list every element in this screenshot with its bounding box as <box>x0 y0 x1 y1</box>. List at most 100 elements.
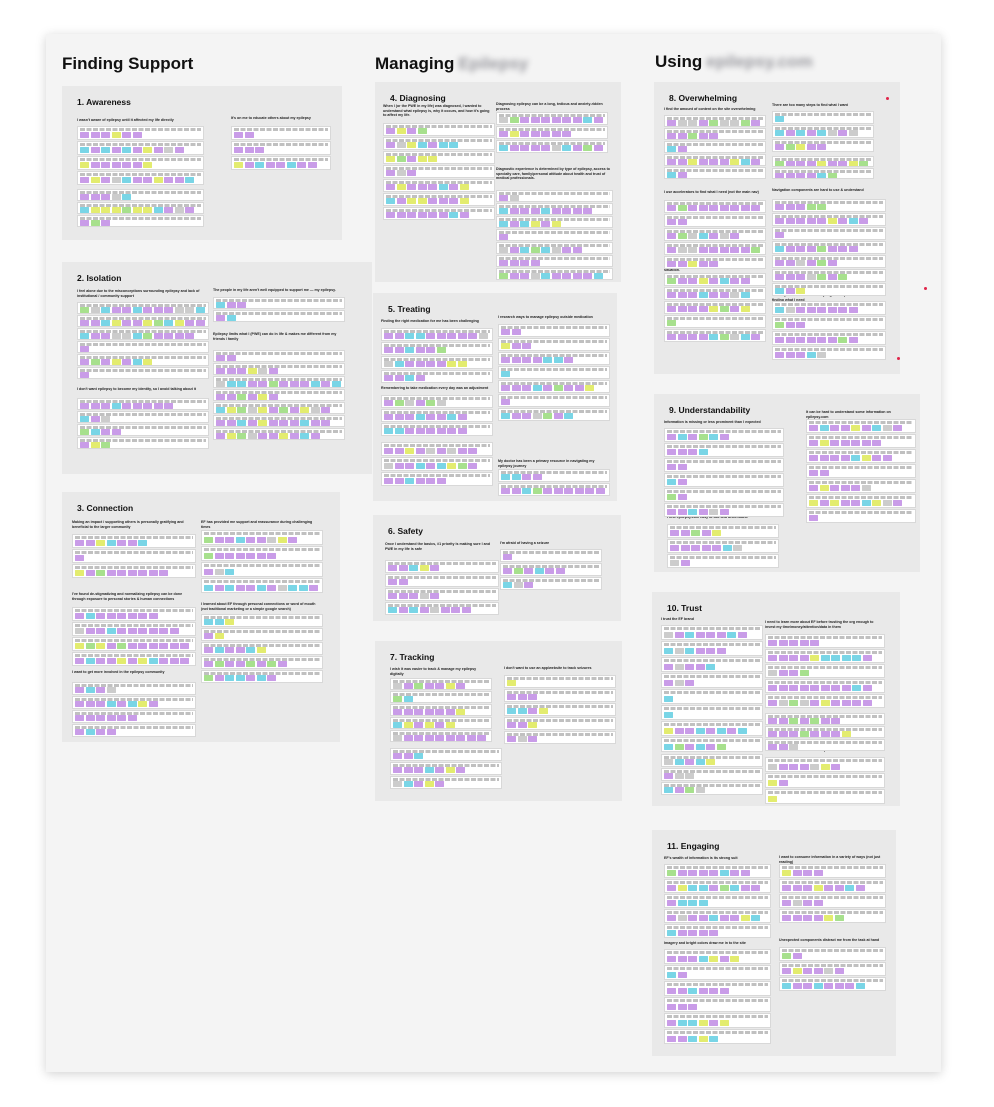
sticky-note[interactable] <box>393 767 402 773</box>
sticky-note[interactable] <box>388 579 397 585</box>
sticky-note[interactable] <box>435 781 444 787</box>
sticky-note[interactable] <box>730 278 739 284</box>
sticky-note[interactable] <box>414 753 423 759</box>
sticky-note[interactable] <box>677 247 687 253</box>
sticky-note[interactable] <box>841 700 851 706</box>
sticky-note[interactable] <box>851 500 860 506</box>
sticky-note[interactable] <box>90 333 100 339</box>
sticky-note[interactable] <box>852 700 861 706</box>
sticky-note[interactable] <box>415 428 425 434</box>
sticky-note[interactable] <box>501 413 510 419</box>
sticky-note[interactable] <box>778 670 788 676</box>
sticky-note[interactable] <box>775 116 784 122</box>
sticky-note[interactable] <box>698 247 708 253</box>
sticky-note[interactable] <box>719 233 729 239</box>
sticky-note[interactable] <box>216 394 225 400</box>
sticky-note[interactable] <box>246 537 255 543</box>
sticky-note[interactable] <box>106 729 116 735</box>
sticky-note[interactable] <box>706 632 715 638</box>
sticky-note[interactable] <box>775 307 784 313</box>
sticky-note[interactable] <box>226 407 236 413</box>
sticky-note[interactable] <box>101 194 110 200</box>
sticky-note[interactable] <box>267 553 276 559</box>
sticky-note[interactable] <box>396 212 406 218</box>
sticky-note[interactable] <box>75 555 84 561</box>
sticky-note[interactable] <box>574 488 584 494</box>
sticky-note[interactable] <box>428 142 437 148</box>
sticky-note[interactable] <box>394 375 404 381</box>
sticky-note[interactable] <box>396 198 406 204</box>
sticky-note[interactable] <box>267 675 276 681</box>
response-row[interactable] <box>213 415 345 427</box>
sticky-note[interactable] <box>698 1036 708 1042</box>
response-row[interactable] <box>806 494 916 508</box>
sticky-note[interactable] <box>667 1020 676 1026</box>
response-row[interactable] <box>779 947 886 961</box>
sticky-note[interactable] <box>267 585 276 591</box>
sticky-note[interactable] <box>246 661 255 667</box>
sticky-note[interactable] <box>730 334 739 340</box>
sticky-note[interactable] <box>827 173 837 178</box>
sticky-note[interactable] <box>851 425 860 431</box>
sticky-note[interactable] <box>730 233 739 239</box>
sticky-note[interactable] <box>551 273 561 279</box>
response-row[interactable] <box>664 1029 771 1044</box>
sticky-note[interactable] <box>664 712 673 718</box>
sticky-note[interactable] <box>785 144 795 150</box>
sticky-note[interactable] <box>778 744 788 750</box>
sticky-note[interactable] <box>670 530 679 536</box>
sticky-note[interactable] <box>80 132 89 138</box>
sticky-note[interactable] <box>436 414 446 420</box>
sticky-note[interactable] <box>246 553 255 559</box>
sticky-note[interactable] <box>782 968 791 974</box>
sticky-note[interactable] <box>709 509 718 515</box>
sticky-note[interactable] <box>122 177 131 183</box>
sticky-note[interactable] <box>709 885 718 891</box>
sticky-note[interactable] <box>809 500 818 506</box>
sticky-note[interactable] <box>517 694 527 700</box>
sticky-note[interactable] <box>698 930 708 936</box>
sticky-note[interactable] <box>680 530 690 536</box>
sticky-note[interactable] <box>426 463 435 469</box>
sticky-note[interactable] <box>143 403 152 409</box>
sticky-note[interactable] <box>386 212 395 218</box>
sticky-note[interactable] <box>268 394 278 400</box>
sticky-note[interactable] <box>667 1036 676 1042</box>
sticky-note[interactable] <box>268 433 278 439</box>
response-row[interactable] <box>383 123 495 136</box>
sticky-note[interactable] <box>101 416 110 422</box>
sticky-note[interactable] <box>517 722 527 728</box>
sticky-note[interactable] <box>384 333 393 339</box>
sticky-note[interactable] <box>226 315 236 321</box>
response-row[interactable] <box>772 255 886 268</box>
sticky-note[interactable] <box>499 221 508 227</box>
sticky-note[interactable] <box>384 478 393 484</box>
sticky-note[interactable] <box>667 120 676 126</box>
sticky-note[interactable] <box>435 722 444 728</box>
sticky-note[interactable] <box>541 273 550 279</box>
sticky-note[interactable] <box>520 145 529 151</box>
sticky-note[interactable] <box>562 117 571 123</box>
sticky-note[interactable] <box>415 463 425 469</box>
sticky-note[interactable] <box>419 565 429 571</box>
sticky-note[interactable] <box>593 117 603 123</box>
response-row[interactable] <box>383 165 495 178</box>
sticky-note[interactable] <box>127 628 137 634</box>
sticky-note[interactable] <box>117 570 126 576</box>
sticky-note[interactable] <box>517 736 527 742</box>
sticky-note[interactable] <box>258 368 267 374</box>
response-row[interactable] <box>201 614 323 627</box>
sticky-note[interactable] <box>882 425 892 431</box>
sticky-note[interactable] <box>80 333 89 339</box>
sticky-note[interactable] <box>138 628 147 634</box>
sticky-note[interactable] <box>127 540 137 546</box>
sticky-note[interactable] <box>541 145 550 151</box>
sticky-note[interactable] <box>258 407 267 413</box>
response-row[interactable] <box>72 682 196 695</box>
sticky-note[interactable] <box>809 455 818 461</box>
sticky-note[interactable] <box>436 463 446 469</box>
sticky-note[interactable] <box>852 685 861 691</box>
sticky-note[interactable] <box>414 709 423 715</box>
sticky-note[interactable] <box>164 307 173 313</box>
sticky-note[interactable] <box>834 968 844 974</box>
